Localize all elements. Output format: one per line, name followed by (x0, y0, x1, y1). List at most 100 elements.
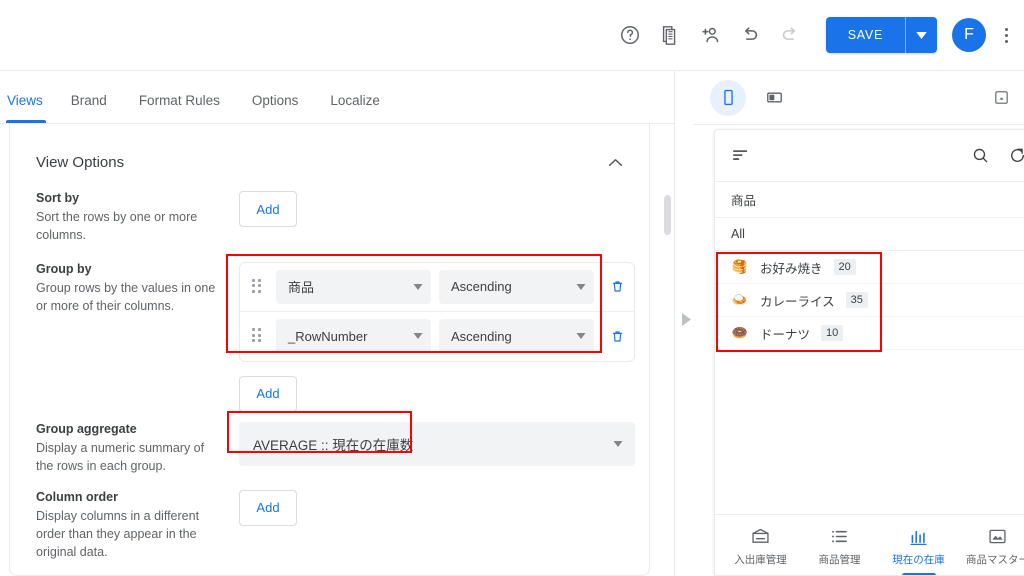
delete-group-by-row-0-icon[interactable] (602, 272, 632, 302)
tab-format-rules[interactable]: Format Rules (123, 93, 236, 123)
column-order-title: Column order (36, 489, 118, 504)
nav-label: 現在の在庫 (892, 554, 945, 566)
nav-label: 商品管理 (818, 554, 861, 566)
group-aggregate-select[interactable]: AVERAGE :: 現在の在庫数 (239, 421, 635, 466)
group-by-direction-value-0: Ascending (451, 279, 512, 295)
editor-tabs: Views Brand Format Rules Options Localiz… (0, 71, 674, 124)
save-dropdown-caret-icon[interactable] (905, 17, 937, 53)
save-button-group: SAVE (825, 17, 937, 53)
chevron-down-icon (413, 333, 423, 340)
chevron-down-icon (613, 440, 623, 447)
group-by-list: 商品 Ascending _RowNumber Ascending (239, 261, 635, 362)
list-item[interactable]: 🍩 ドーナツ 10 (715, 317, 1024, 350)
preview-app-header (715, 130, 1024, 182)
list-item-label: お好み焼き (760, 261, 823, 276)
copy-app-icon[interactable] (650, 15, 690, 55)
sort-by-add-button[interactable]: Add (239, 191, 297, 227)
delete-group-by-row-1-icon[interactable] (602, 321, 632, 351)
help-icon[interactable] (610, 15, 650, 55)
list-item-label: ドーナツ (760, 327, 811, 342)
column-order-control: Add (239, 489, 649, 562)
avatar[interactable]: F (952, 18, 986, 52)
more-options-icon[interactable] (994, 15, 1018, 55)
expand-panel-arrow-icon[interactable] (679, 311, 693, 327)
nav-item-product-management[interactable]: 商品管理 (800, 515, 879, 575)
list-item[interactable]: 🍛 カレーライス 35 (715, 284, 1024, 317)
group-by-column-value-1: _RowNumber (288, 328, 368, 344)
drag-handle-icon[interactable] (252, 278, 266, 295)
redo-icon[interactable] (770, 15, 810, 55)
preview-empty-space (715, 350, 1024, 514)
undo-icon[interactable] (730, 15, 770, 55)
group-by-column-select-1[interactable]: _RowNumber (276, 319, 431, 354)
chevron-down-icon (576, 283, 586, 290)
food-icon: 🍛 (731, 292, 749, 308)
search-icon[interactable] (971, 146, 990, 165)
column-order-add-button[interactable]: Add (239, 489, 297, 526)
tab-options[interactable]: Options (236, 93, 315, 123)
tab-brand[interactable]: Brand (55, 93, 123, 123)
tab-localize[interactable]: Localize (314, 93, 396, 123)
editor-body: View Options Sort by Sort the rows by on… (0, 124, 674, 576)
column-order-description: Display columns in a different order tha… (36, 508, 200, 560)
group-aggregate-control: AVERAGE :: 現在の在庫数 (239, 421, 649, 476)
list-item-count: 10 (821, 324, 844, 342)
preview-group-all[interactable]: All (715, 218, 1024, 251)
tablet-view-toggle[interactable] (756, 80, 792, 116)
list-item-label: カレーライス (760, 294, 835, 309)
preview-column-title: 商品 (715, 182, 1024, 218)
add-person-icon[interactable] (690, 15, 730, 55)
phone-view-toggle[interactable] (710, 79, 746, 116)
nav-label: 商品マスター (966, 554, 1024, 566)
food-icon: 🥞 (731, 259, 749, 275)
nav-item-current-stock[interactable]: 現在の在庫 (879, 515, 958, 575)
group-aggregate-value: AVERAGE :: 現在の在庫数 (253, 437, 414, 453)
app-preview-device: 商品 All 🥞 お好み焼き 20 🍛 カレーライス 35 🍩 ドーナツ 10 (714, 129, 1024, 576)
row-sort-by: Sort by Sort the rows by one or more col… (36, 191, 649, 245)
list-item-count: 20 (833, 258, 856, 276)
options-rows: Sort by Sort the rows by one or more col… (10, 171, 649, 562)
group-by-direction-select-1[interactable]: Ascending (439, 319, 594, 354)
preview-toolbar (694, 71, 1024, 125)
tab-views[interactable]: Views (3, 93, 55, 123)
save-button[interactable]: SAVE (825, 17, 905, 53)
refresh-icon[interactable] (1008, 146, 1024, 165)
group-by-add-button[interactable]: Add (239, 375, 297, 412)
row-group-aggregate: Group aggregate Display a numeric summar… (36, 421, 649, 476)
sort-by-title: Sort by (36, 191, 80, 205)
row-group-by: Group by Group rows by the values in one… (36, 261, 649, 412)
view-options-card: View Options Sort by Sort the rows by on… (9, 124, 650, 576)
group-aggregate-title: Group aggregate (36, 421, 137, 436)
group-by-column-value-0: 商品 (288, 280, 315, 296)
group-by-control: 商品 Ascending _RowNumber Ascending Add (239, 261, 649, 412)
group-by-column-select-0[interactable]: 商品 (276, 269, 431, 304)
sort-by-label-group: Sort by Sort the rows by one or more col… (36, 191, 239, 245)
app-root: SAVE F Views Brand Format Rules Options … (0, 0, 1024, 576)
preview-panel: 商品 All 🥞 お好み焼き 20 🍛 カレーライス 35 🍩 ドーナツ 10 (694, 71, 1024, 576)
nav-item-inbound-outbound[interactable]: 入出庫管理 (721, 515, 800, 575)
chevron-down-icon (576, 333, 586, 340)
sort-icon[interactable] (731, 146, 750, 165)
editor-scrollbar[interactable] (664, 195, 671, 235)
page-title: View Options (36, 154, 125, 171)
list-item[interactable]: 🥞 お好み焼き 20 (715, 251, 1024, 284)
card-header: View Options (10, 128, 649, 171)
group-by-direction-value-1: Ascending (451, 328, 512, 344)
sort-by-description: Sort the rows by one or more columns. (36, 210, 198, 243)
preview-external-icon[interactable] (993, 89, 1010, 106)
group-by-label-group: Group by Group rows by the values in one… (36, 262, 239, 412)
nav-label: 入出庫管理 (734, 554, 787, 566)
chevron-down-icon (413, 283, 423, 290)
group-by-row: _RowNumber Ascending (240, 312, 634, 361)
group-aggregate-description: Display a numeric summary of the rows in… (36, 440, 205, 474)
group-by-direction-select-0[interactable]: Ascending (439, 269, 594, 304)
drag-handle-icon[interactable] (252, 328, 266, 344)
editor-panel: Views Brand Format Rules Options Localiz… (0, 71, 675, 576)
group-by-title: Group by (36, 261, 92, 276)
group-aggregate-label-group: Group aggregate Display a numeric summar… (36, 422, 239, 476)
chevron-up-icon[interactable] (604, 154, 627, 171)
column-order-label-group: Column order Display columns in a differ… (36, 490, 239, 562)
nav-item-product-master[interactable]: 商品マスター (958, 515, 1024, 575)
row-column-order: Column order Display columns in a differ… (36, 489, 649, 562)
group-by-description: Group rows by the values in one or more … (36, 280, 216, 314)
